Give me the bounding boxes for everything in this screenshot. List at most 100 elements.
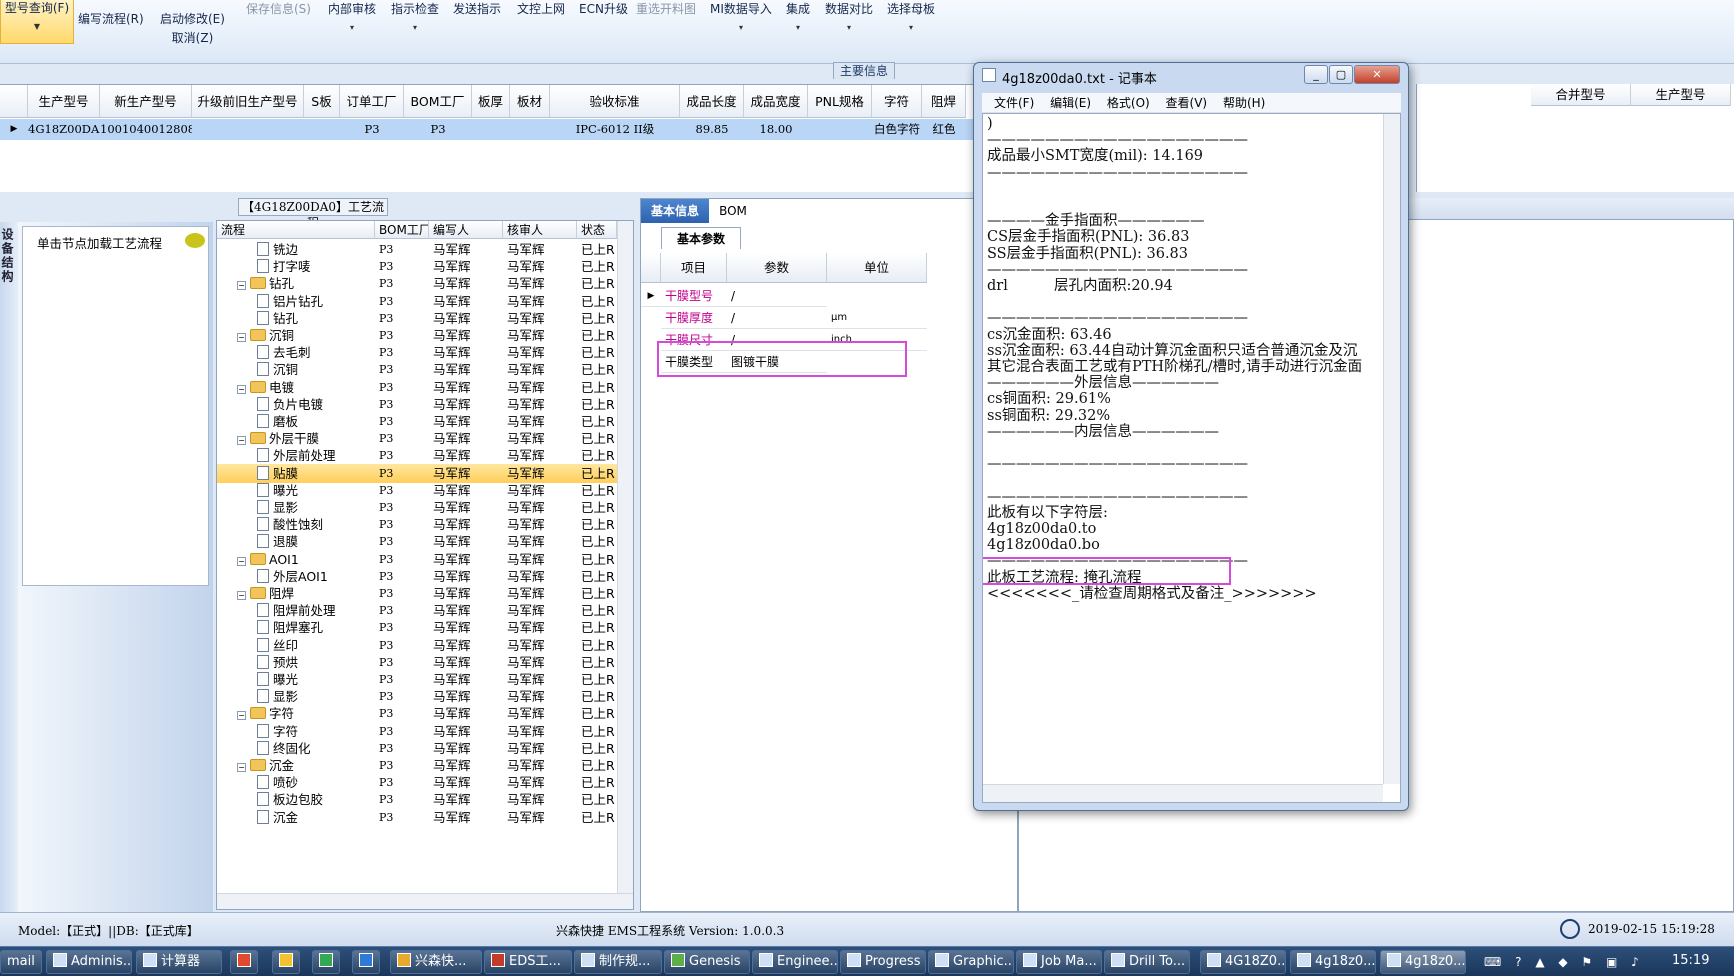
minimize-icon[interactable]: _: [1304, 65, 1328, 84]
reselect-cutting-button[interactable]: 重选开料图: [636, 0, 696, 62]
table-cell[interactable]: 18.00: [744, 119, 808, 140]
taskbar-item[interactable]: mail: [0, 950, 42, 974]
ecn-upgrade-button[interactable]: ECN升级: [579, 0, 628, 62]
data-compare-button[interactable]: 数据对比 ▾: [825, 0, 873, 62]
col-header[interactable]: 阻焊: [922, 85, 966, 118]
menu-edit[interactable]: 编辑(E): [1050, 96, 1091, 110]
taskbar-pinned-app[interactable]: [230, 950, 258, 974]
instruction-check-button[interactable]: 指示检查 ▾: [391, 0, 439, 62]
tree-row[interactable]: 负片电镀 P3 马军辉 马军辉 已上R: [217, 395, 617, 414]
tree-row[interactable]: 预烘 P3 马军辉 马军辉 已上R: [217, 653, 617, 672]
taskbar-item[interactable]: 制作规...: [574, 950, 662, 974]
table-cell[interactable]: 4G18Z00DA0: [28, 119, 100, 140]
tree-row[interactable]: 铝片钻孔 P3 马军辉 马军辉 已上R: [217, 292, 617, 311]
notepad-horizontal-scrollbar[interactable]: [983, 784, 1383, 802]
tree-row[interactable]: 字符 P3 马军辉 马军辉 已上R: [217, 722, 617, 741]
menu-view[interactable]: 查看(V): [1166, 96, 1208, 110]
tree-row[interactable]: 喷砂 P3 马军辉 马军辉 已上R: [217, 773, 617, 792]
col-header[interactable]: 板厚: [472, 85, 510, 118]
equipment-structure-tab[interactable]: 设备结构: [0, 228, 16, 284]
table-cell[interactable]: P3: [340, 119, 404, 140]
taskbar-pinned-app[interactable]: [352, 950, 380, 974]
tree-row[interactable]: 显影 P3 马军辉 马军辉 已上R: [217, 687, 617, 706]
table-cell[interactable]: 10010400128080: [100, 119, 192, 140]
tree-row[interactable]: 钻孔 P3 马军辉 马军辉 已上R: [217, 309, 617, 328]
param-value[interactable]: /: [727, 307, 827, 329]
internal-review-button[interactable]: 内部审核 ▾: [328, 0, 376, 62]
tree-horizontal-scrollbar[interactable]: [217, 893, 633, 909]
col-header[interactable]: 状态: [577, 221, 617, 239]
collapse-icon[interactable]: −: [237, 711, 246, 721]
tree-row[interactable]: 阻焊塞孔 P3 马军辉 马军辉 已上R: [217, 618, 617, 637]
notepad-content[interactable]: ) —————————————————— 成品最小SMT宽度(mil): 14.…: [987, 116, 1382, 602]
taskbar-item[interactable]: Enginee...: [752, 950, 838, 974]
select-mother-board-button[interactable]: 选择母板 ▾: [887, 0, 935, 62]
collapse-icon[interactable]: −: [237, 763, 246, 772]
tree-row[interactable]: 曝光 P3 马军辉 马军辉 已上R: [217, 670, 617, 689]
notepad-window[interactable]: 4g18z00da0.txt - 记事本 _ ▢ ✕ 文件(F) 编辑(E) 格…: [973, 62, 1409, 811]
col-header[interactable]: 生产型号: [1631, 84, 1731, 106]
taskbar-item[interactable]: 4G18Z0...: [1200, 950, 1286, 974]
tree-row[interactable]: 退膜 P3 马军辉 马军辉 已上R: [217, 532, 617, 551]
taskbar-clock[interactable]: 15:19: [1672, 953, 1709, 968]
tree-row[interactable]: 沉金 P3 马军辉 马军辉 已上R: [217, 808, 617, 827]
col-header[interactable]: 单位: [827, 253, 927, 283]
col-header[interactable]: 验收标准: [550, 85, 680, 118]
tree-row[interactable]: 阻焊前处理 P3 马军辉 马军辉 已上R: [217, 601, 617, 620]
tab-basic-info[interactable]: 基本信息: [641, 199, 709, 223]
tree-row[interactable]: 打字唛 P3 马军辉 马军辉 已上R: [217, 257, 617, 276]
col-header[interactable]: 订单工厂: [340, 85, 404, 118]
col-header[interactable]: PNL规格: [808, 85, 872, 118]
tree-row[interactable]: 酸性蚀刻 P3 马军辉 马军辉 已上R: [217, 515, 617, 534]
col-header[interactable]: 参数: [727, 253, 827, 283]
notepad-text-area[interactable]: ) —————————————————— 成品最小SMT宽度(mil): 14.…: [982, 113, 1401, 803]
tree-row[interactable]: − 外层干膜 P3 马军辉 马军辉 已上R: [217, 429, 617, 448]
tree-row[interactable]: 磨板 P3 马军辉 马军辉 已上R: [217, 412, 617, 431]
menu-format[interactable]: 格式(O): [1107, 96, 1150, 110]
tree-row[interactable]: − 沉金 P3 马军辉 马军辉 已上R: [217, 756, 617, 775]
tab-basic-params[interactable]: 基本参数: [661, 227, 741, 249]
cancel-button[interactable]: 取消(Z): [160, 29, 225, 46]
tree-row[interactable]: − 阻焊 P3 马军辉 马军辉 已上R: [217, 584, 617, 603]
taskbar-item[interactable]: EDS工...: [484, 950, 572, 974]
main-info-tab[interactable]: 主要信息: [833, 62, 895, 79]
col-header[interactable]: 生产型号: [28, 85, 100, 118]
taskbar-pinned-app[interactable]: [272, 950, 300, 974]
col-header[interactable]: S板: [304, 85, 340, 118]
taskbar-item[interactable]: Genesis: [664, 950, 750, 974]
tree-row[interactable]: 外层AOI1 P3 马军辉 马军辉 已上R: [217, 567, 617, 586]
tree-row[interactable]: 板边包胶 P3 马军辉 马军辉 已上R: [217, 790, 617, 809]
collapse-icon[interactable]: −: [237, 591, 246, 600]
tree-row[interactable]: 显影 P3 马军辉 马军辉 已上R: [217, 498, 617, 517]
tree-row[interactable]: 外层前处理 P3 马军辉 马军辉 已上R: [217, 446, 617, 465]
taskbar-item[interactable]: Job Ma...: [1016, 950, 1102, 974]
table-cell[interactable]: 红色: [922, 119, 966, 140]
collapse-icon[interactable]: −: [237, 556, 246, 566]
taskbar-item[interactable]: 计算器: [136, 950, 222, 974]
col-header[interactable]: 字符: [872, 85, 922, 118]
collapse-icon[interactable]: −: [237, 333, 246, 342]
tree-vertical-scrollbar[interactable]: [617, 221, 633, 893]
menu-help[interactable]: 帮助(H): [1223, 96, 1265, 110]
table-cell[interactable]: 89.85: [680, 119, 744, 140]
col-header[interactable]: BOM工厂: [404, 85, 472, 118]
integration-button[interactable]: 集成 ▾: [786, 0, 810, 62]
tree-row-selected[interactable]: 贴膜 P3 马军辉 马军辉 已上R: [217, 463, 617, 483]
taskbar-pinned-app[interactable]: [312, 950, 340, 974]
close-icon[interactable]: ✕: [1354, 65, 1400, 84]
col-header[interactable]: 核审人: [503, 221, 577, 239]
dropdown-arrow-icon[interactable]: ▼: [1, 22, 73, 31]
write-flow-button[interactable]: 编写流程(R): [78, 10, 144, 72]
taskbar-item[interactable]: 兴森快...: [390, 950, 482, 974]
col-header[interactable]: 板材: [510, 85, 550, 118]
tree-row[interactable]: 曝光 P3 马军辉 马军辉 已上R: [217, 481, 617, 500]
col-header[interactable]: 成品宽度: [744, 85, 808, 118]
tree-row[interactable]: 终固化 P3 马军辉 马军辉 已上R: [217, 739, 617, 758]
table-cell[interactable]: IPC-6012 II级: [550, 119, 680, 140]
col-header[interactable]: BOM工厂: [375, 221, 429, 239]
tree-row[interactable]: 丝印 P3 马军辉 马军辉 已上R: [217, 636, 617, 655]
col-header[interactable]: 项目: [661, 253, 727, 283]
maximize-icon[interactable]: ▢: [1329, 65, 1353, 84]
doc-control-button[interactable]: 文控上网: [517, 0, 565, 62]
tree-row[interactable]: − AOI1 P3 马军辉 马军辉 已上R: [217, 550, 617, 569]
